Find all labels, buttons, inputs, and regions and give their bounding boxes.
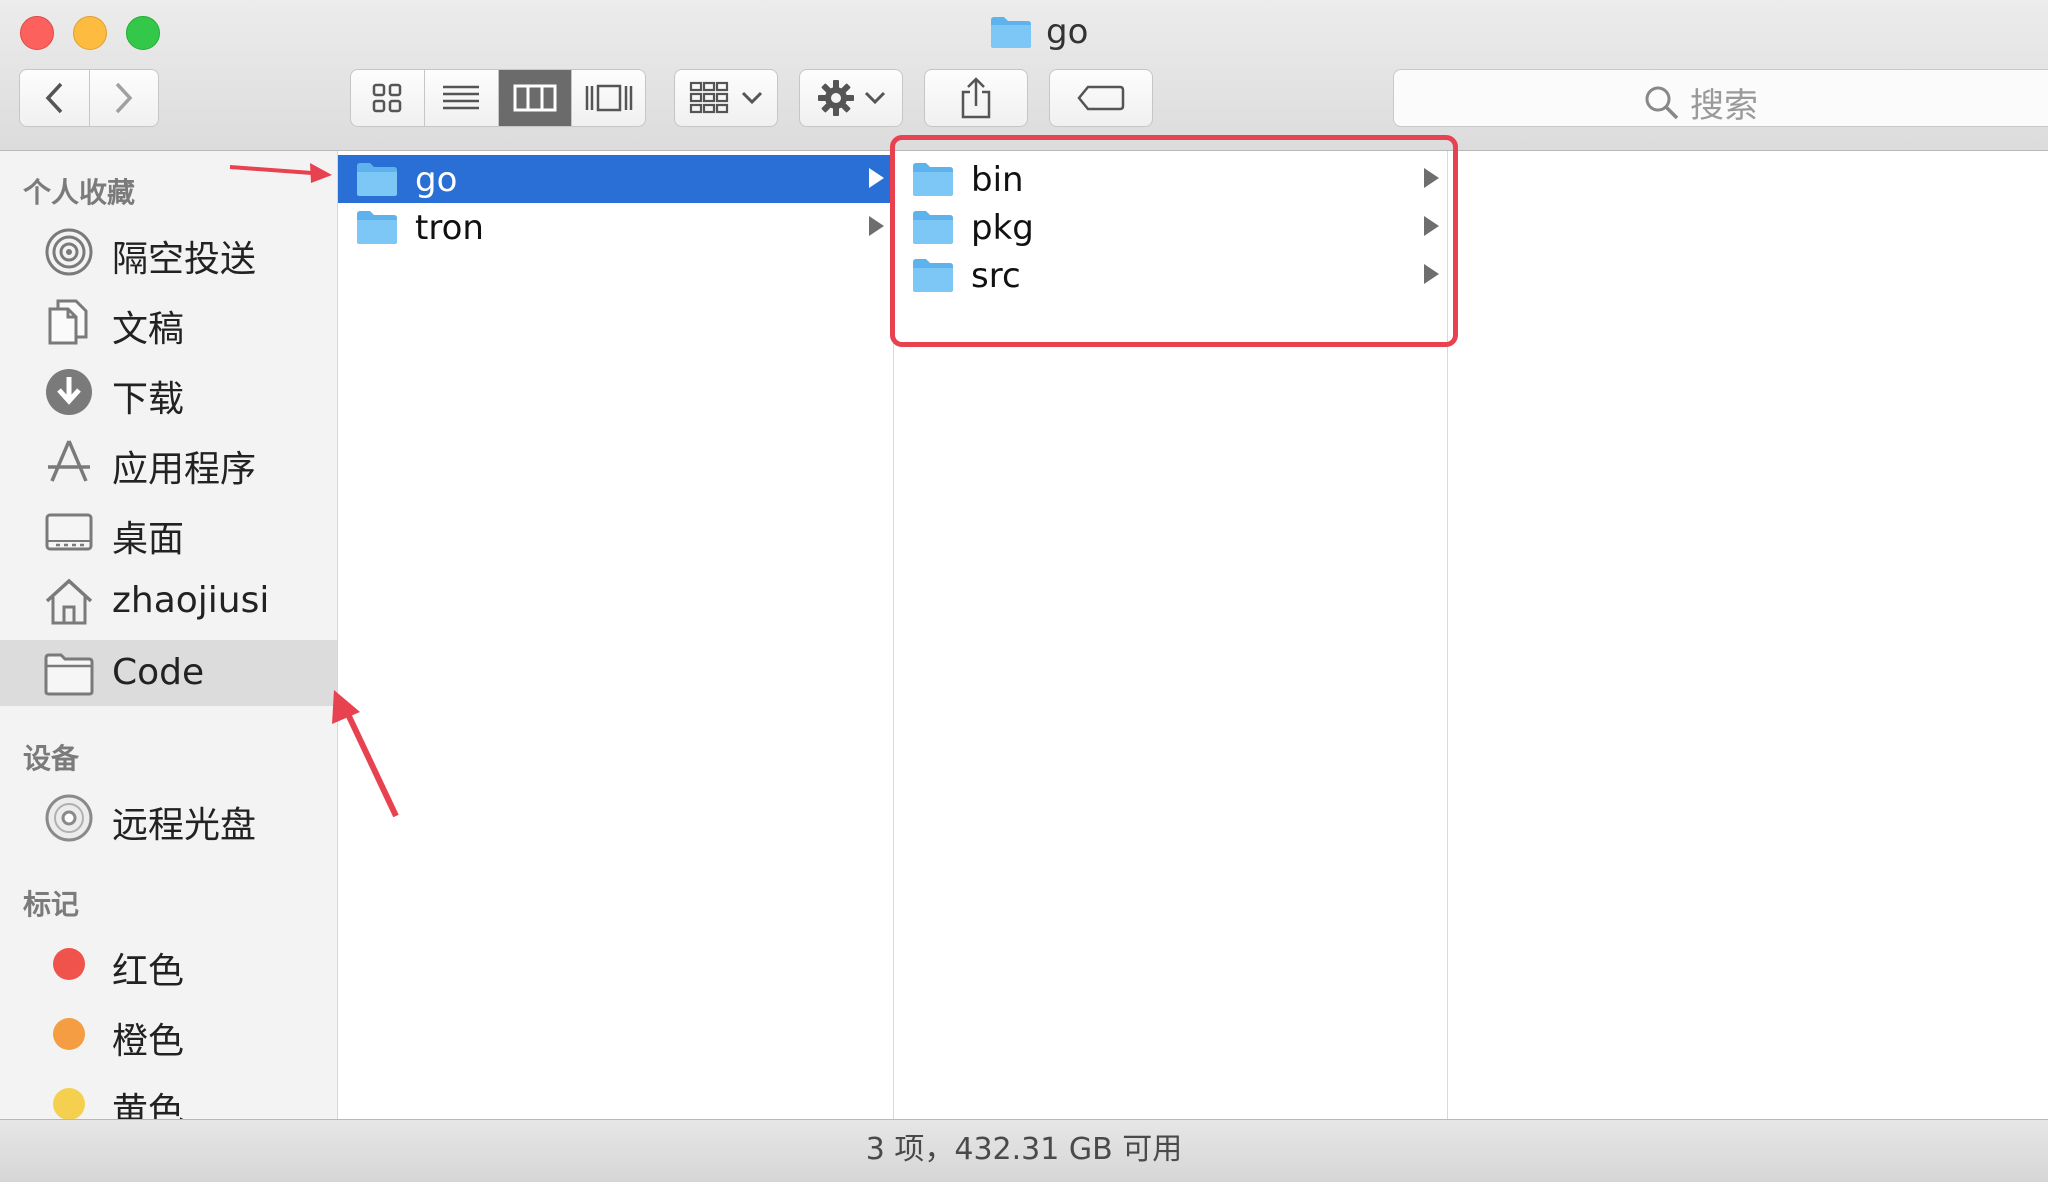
section-title-tags: 标记: [23, 888, 80, 921]
search-input[interactable]: 搜索: [1393, 69, 2048, 127]
browser-column-3: [1448, 151, 2048, 1119]
sidebar-item-code[interactable]: Code: [0, 640, 337, 706]
sidebar-item-label: 文稿: [112, 309, 185, 350]
sidebar-item-label: 黄色: [112, 1091, 185, 1119]
sidebar-item-label: 桌面: [112, 519, 185, 560]
forward-button[interactable]: [89, 70, 158, 126]
toolbar: go 搜索: [0, 0, 2048, 151]
sidebar-item-label: Code: [112, 652, 205, 693]
share-button[interactable]: [924, 69, 1028, 127]
sidebar: 个人收藏 隔空投送 文稿 下载 应用程序 桌面 zhaojiusi Code 设…: [0, 151, 338, 1119]
icon-view-button[interactable]: [351, 70, 425, 126]
chevron-left-icon: [45, 82, 63, 114]
cover-flow-icon: [585, 84, 632, 112]
red-tag-dot: [53, 948, 85, 980]
sidebar-item-remote-disc[interactable]: 远程光盘: [0, 784, 337, 850]
list-view-button[interactable]: [424, 70, 499, 126]
folder-row-tron[interactable]: tron: [338, 203, 893, 251]
search-placeholder: 搜索: [1690, 86, 1758, 126]
cover-flow-button[interactable]: [572, 70, 645, 126]
column-view-icon: [513, 84, 557, 112]
folder-row-go[interactable]: go: [338, 155, 893, 203]
sidebar-item-label: zhaojiusi: [112, 580, 270, 621]
view-mode-switcher: [350, 69, 646, 127]
download-icon: [44, 367, 94, 417]
nav-buttons: [19, 69, 159, 127]
close-window-button[interactable]: [20, 16, 54, 50]
minimize-window-button[interactable]: [73, 16, 107, 50]
folder-icon: [357, 211, 397, 244]
icon-view-icon: [373, 83, 402, 113]
sidebar-item-applications[interactable]: 应用程序: [0, 428, 337, 494]
orange-tag-dot: [53, 1018, 85, 1050]
folder-icon: [357, 163, 397, 196]
window-title: go: [990, 12, 1088, 52]
finder-window: go 搜索 个人收藏 隔空投送 文稿 下载 应用程序 桌面 zhaojiusi …: [0, 0, 2048, 1182]
zoom-window-button[interactable]: [126, 16, 160, 50]
browser-column-1: go tron: [338, 151, 894, 1119]
status-text: 3 项，432.31 GB 可用: [865, 1132, 1183, 1167]
sidebar-item-label: 下载: [112, 379, 185, 420]
applications-icon: [44, 437, 94, 487]
home-icon: [44, 577, 94, 627]
sidebar-item-airdrop[interactable]: 隔空投送: [0, 218, 337, 284]
folder-icon: [991, 17, 1031, 48]
documents-icon: [44, 297, 94, 347]
section-title-favorites: 个人收藏: [23, 176, 136, 209]
sidebar-item-tag-yellow[interactable]: 黄色: [0, 1070, 337, 1119]
section-title-devices: 设备: [23, 742, 80, 775]
search-icon: [1645, 86, 1679, 119]
folder-name: tron: [415, 208, 484, 248]
folder-icon: [44, 649, 94, 699]
sidebar-item-tag-red[interactable]: 红色: [0, 930, 337, 996]
folder-name: go: [415, 160, 458, 200]
disclosure-arrow-icon: [869, 216, 884, 236]
tag-icon: [1077, 85, 1125, 111]
column-view-button[interactable]: [498, 70, 573, 126]
action-button[interactable]: [799, 69, 903, 127]
arrange-button[interactable]: [674, 69, 778, 127]
sidebar-item-downloads[interactable]: 下载: [0, 358, 337, 424]
sidebar-item-label: 橙色: [112, 1021, 185, 1062]
sidebar-item-label: 红色: [112, 951, 185, 992]
tag-button[interactable]: [1049, 69, 1153, 127]
sidebar-item-label: 应用程序: [112, 449, 257, 490]
annotation-highlight-box: [890, 135, 1458, 347]
share-icon: [961, 77, 991, 119]
chevron-down-icon: [741, 91, 763, 105]
chevron-right-icon: [115, 82, 133, 114]
sidebar-item-label: 隔空投送: [112, 239, 257, 280]
yellow-tag-dot: [53, 1088, 85, 1119]
sidebar-item-home[interactable]: zhaojiusi: [0, 568, 337, 634]
desktop-icon: [44, 507, 94, 557]
sidebar-item-tag-orange[interactable]: 橙色: [0, 1000, 337, 1066]
status-bar: 3 项，432.31 GB 可用: [0, 1119, 2048, 1182]
sidebar-item-desktop[interactable]: 桌面: [0, 498, 337, 564]
list-view-icon: [443, 85, 480, 110]
back-button[interactable]: [20, 70, 90, 126]
sidebar-item-documents[interactable]: 文稿: [0, 288, 337, 354]
window-title-text: go: [1046, 12, 1089, 52]
sidebar-item-label: 远程光盘: [112, 805, 257, 846]
arrange-grid-icon: [689, 81, 729, 114]
remote-disc-icon: [44, 793, 94, 843]
airdrop-icon: [44, 227, 94, 277]
disclosure-arrow-icon: [869, 168, 884, 188]
chevron-down-icon: [864, 91, 886, 105]
gear-icon: [818, 80, 854, 116]
